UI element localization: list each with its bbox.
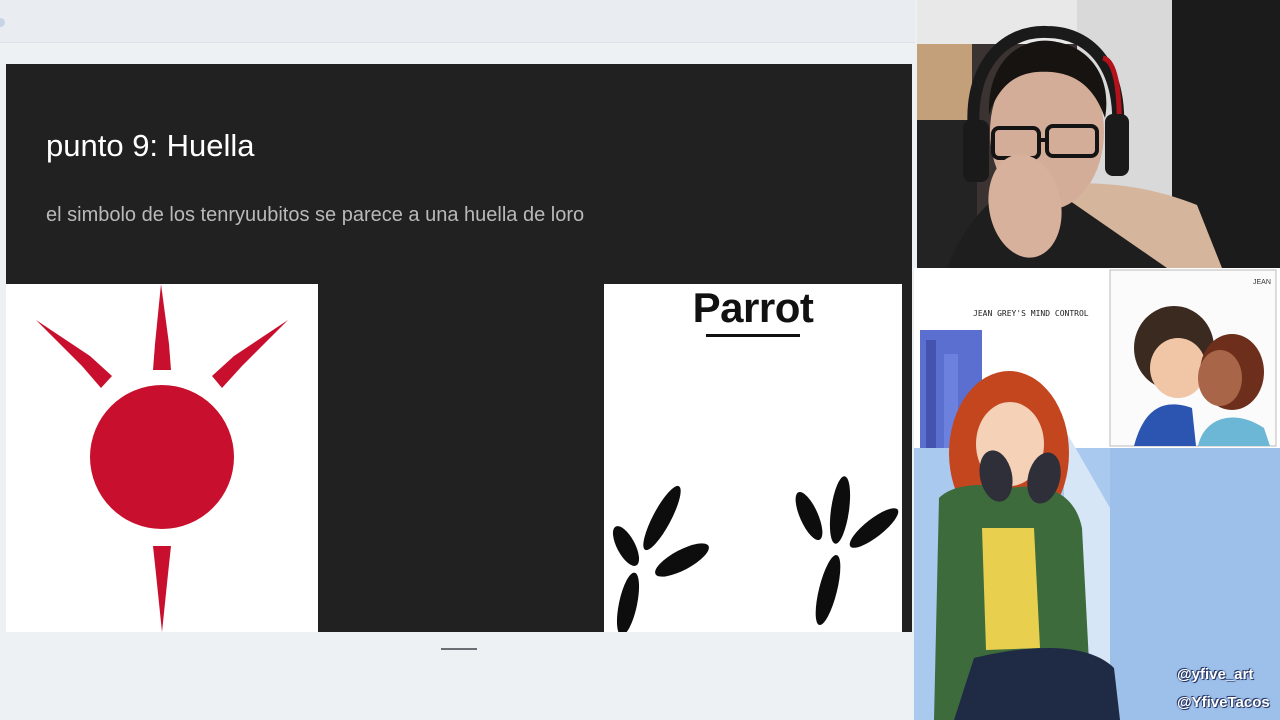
scroll-handle[interactable]	[441, 648, 477, 650]
viewer-bottom-bar	[0, 668, 915, 720]
streamer-avatar	[917, 0, 1280, 268]
presentation-slide: punto 9: Huella el simbolo de los tenryu…	[6, 64, 912, 632]
parrot-footprint-image: Parrot	[604, 284, 902, 632]
comic-caption: JEAN GREY'S MIND CONTROL	[970, 307, 1092, 320]
slide-title: punto 9: Huella	[46, 128, 255, 163]
watermark-x: @YfiveTacos	[1177, 694, 1270, 711]
watermark-instagram: @yfive_art	[1177, 666, 1254, 683]
slide-subtitle: el simbolo de los tenryuubitos se parece…	[46, 204, 585, 226]
status-dot-icon	[0, 18, 5, 27]
viewer-toolbar	[0, 0, 915, 43]
comic-artwork: JEAN GREY'S MIND CONTROL JEAN @yfive_art…	[914, 268, 1280, 720]
parrot-footprints-icon	[612, 476, 899, 632]
tenryuubito-symbol-icon	[36, 284, 288, 632]
comic-inset-label: JEAN	[1253, 279, 1271, 286]
comic-illustration	[914, 268, 1280, 720]
webcam-feed	[917, 0, 1280, 268]
tenryuubito-symbol-image	[6, 284, 318, 632]
